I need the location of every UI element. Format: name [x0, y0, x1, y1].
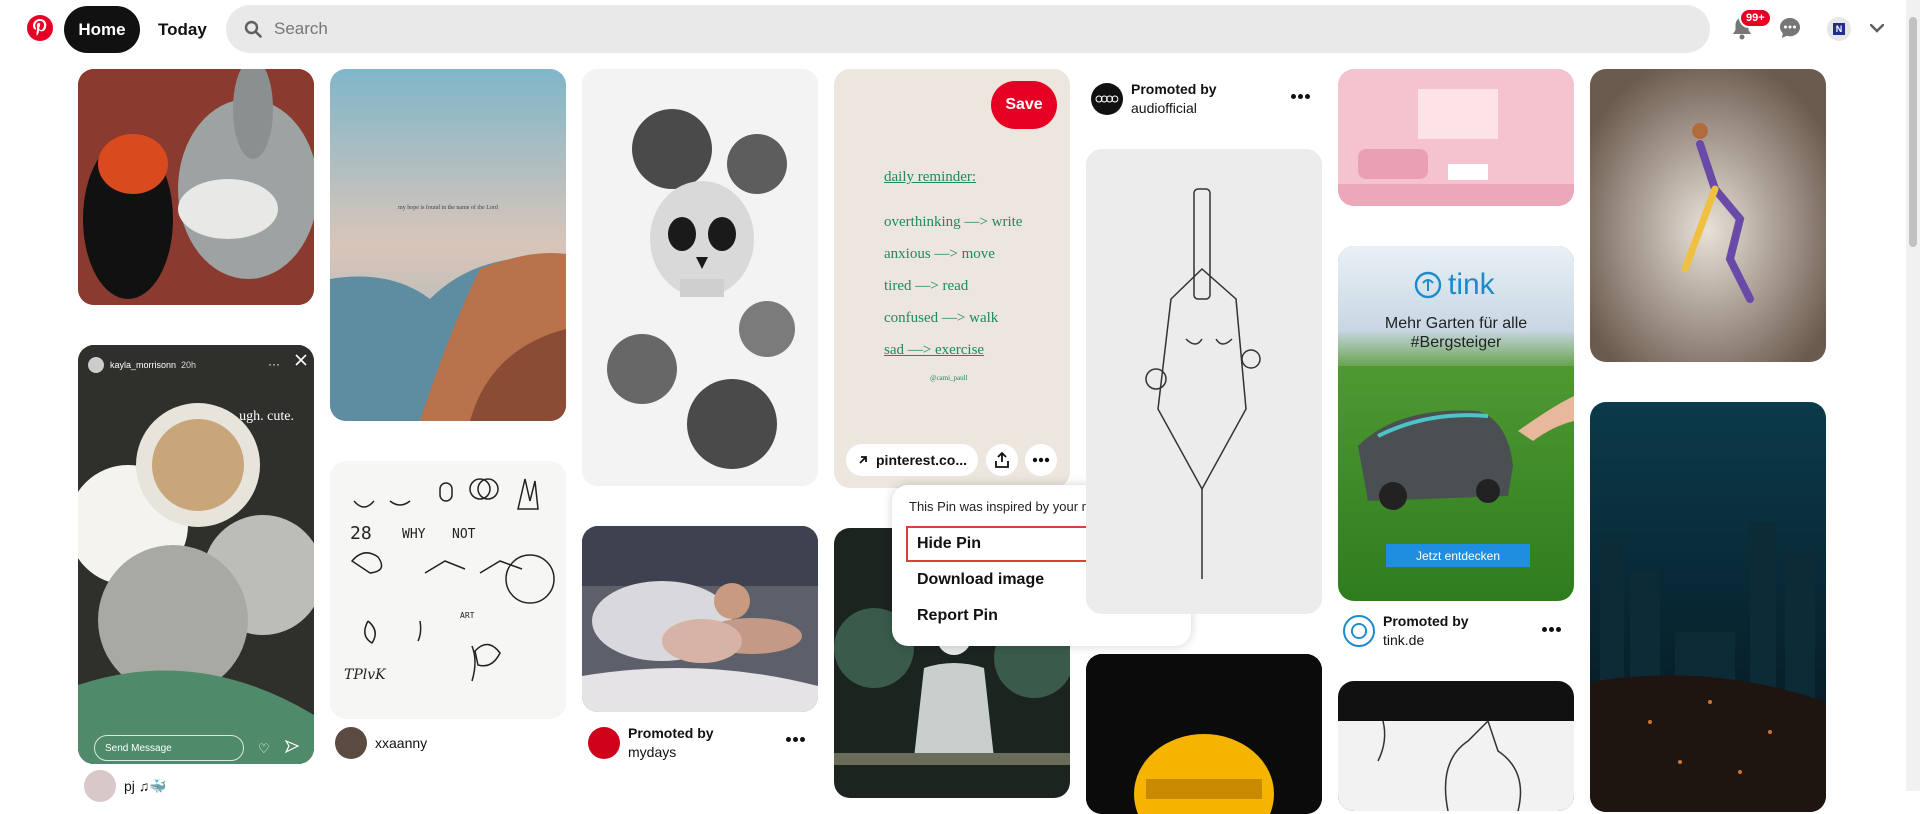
more-options-icon[interactable] — [782, 729, 808, 749]
more-options-icon[interactable] — [1287, 86, 1313, 106]
pin-tink-ad[interactable]: tink Mehr Garten für alle #Bergsteiger J… — [1338, 246, 1574, 601]
chevron-down-icon[interactable] — [1863, 14, 1891, 42]
user-avatar[interactable]: N — [1827, 17, 1851, 41]
promoted-label: Promoted by — [1383, 613, 1469, 629]
pin-story-icecream[interactable]: kayla_morrisonn 20h ··· ugh. cute. Send … — [78, 345, 314, 764]
doodle-why: WHY — [402, 527, 426, 542]
pin-city-night[interactable] — [1590, 402, 1826, 812]
pin-fox-mask-sword[interactable] — [1086, 149, 1322, 614]
pin-sketch-cat[interactable] — [1338, 681, 1574, 811]
advertiser-name: mydays — [628, 744, 677, 760]
doodle-art: ART — [460, 611, 475, 620]
author-avatar — [335, 727, 367, 759]
notification-count-badge: 99+ — [1739, 8, 1772, 28]
promoted-label: Promoted by — [628, 725, 714, 741]
send-icon — [284, 739, 300, 759]
story-message-field: Send Message — [94, 735, 244, 761]
more-options-icon[interactable] — [1538, 619, 1564, 639]
story-avatar — [88, 357, 104, 373]
pin-source-link[interactable]: pinterest.co... — [846, 444, 978, 476]
pin-doodles[interactable]: 28 WHY NOT ART TPlvK — [330, 461, 566, 719]
save-button[interactable]: Save — [991, 81, 1057, 129]
reminder-line: confused —> walk — [884, 310, 999, 326]
messages-icon[interactable] — [1776, 14, 1804, 42]
reminder-line: sad —> exercise — [884, 342, 985, 358]
pin-cartoon[interactable] — [78, 69, 314, 305]
nav-home-button[interactable]: Home — [64, 6, 140, 53]
story-username: kayla_morrisonn — [110, 360, 177, 370]
promoted-by-audiofficial[interactable]: Promoted by audiofficial — [1091, 80, 1217, 118]
ad-cta-button[interactable]: Jetzt entdecken — [1386, 544, 1530, 567]
doodle-28: 28 — [350, 523, 372, 544]
pin-daily-reminder[interactable]: daily reminder: overthinking —> write an… — [834, 69, 1070, 488]
author-name: xxaanny — [375, 734, 428, 751]
story-more-icon: ··· — [268, 357, 280, 371]
promoted-by-mydays[interactable]: Promoted by mydays — [588, 724, 714, 762]
advertiser-name: audiofficial — [1131, 100, 1197, 116]
reminder-text: daily reminder: overthinking —> write an… — [884, 169, 1022, 397]
pin-yellow-helmet[interactable] — [1086, 654, 1322, 814]
advertiser-logo — [1343, 615, 1375, 647]
reminder-line: anxious —> move — [884, 246, 995, 262]
author-avatar — [84, 770, 116, 802]
source-link-label: pinterest.co... — [876, 452, 968, 468]
advertiser-logo — [1091, 83, 1123, 115]
pin-coast-landscape[interactable]: my hope is found in the name of the Lord — [330, 69, 566, 421]
top-navigation-bar: Home Today 99+ N — [0, 0, 1920, 60]
avatar-initial: N — [1833, 23, 1845, 35]
share-icon[interactable] — [986, 444, 1018, 476]
advertiser-name: tink.de — [1383, 632, 1425, 648]
heart-icon: ♡ — [258, 741, 270, 756]
search-bar[interactable] — [226, 5, 1710, 53]
external-link-icon — [859, 456, 867, 464]
promoted-by-tink[interactable]: Promoted by tink.de — [1343, 612, 1469, 650]
pin-pink-room[interactable] — [1338, 69, 1574, 206]
pin-skull-roses[interactable] — [582, 69, 818, 486]
search-icon — [244, 19, 264, 39]
promoted-label: Promoted by — [1131, 81, 1217, 97]
advertiser-logo — [588, 727, 620, 759]
scrollbar-thumb[interactable] — [1909, 17, 1917, 247]
story-time: 20h — [181, 360, 197, 370]
story-header: kayla_morrisonn 20h — [88, 357, 196, 373]
close-icon — [294, 353, 308, 372]
author-name: pj ♫🐳 — [124, 777, 167, 794]
story-caption: ugh. cute. — [239, 409, 294, 424]
search-input[interactable] — [274, 19, 1674, 39]
reminder-line: tired —> read — [884, 278, 969, 294]
doodle-not: NOT — [452, 527, 476, 542]
more-options-icon[interactable] — [1025, 444, 1057, 476]
pin-caption: my hope is found in the name of the Lord — [398, 205, 498, 211]
reminder-line: overthinking —> write — [884, 214, 1023, 230]
doodle-thx: TPlvK — [344, 667, 386, 683]
pin-author[interactable]: pj ♫🐳 — [84, 770, 167, 802]
page-scrollbar[interactable] — [1906, 0, 1920, 791]
reminder-heading: daily reminder: — [884, 169, 977, 185]
pin-author[interactable]: xxaanny — [335, 727, 427, 759]
reminder-handle: @cami_paull — [930, 374, 968, 382]
nav-today-button[interactable]: Today — [150, 6, 215, 53]
pin-basketball-player[interactable] — [1590, 69, 1826, 362]
pinterest-logo-icon[interactable] — [27, 15, 53, 41]
pin-woman-bed[interactable] — [582, 526, 818, 712]
